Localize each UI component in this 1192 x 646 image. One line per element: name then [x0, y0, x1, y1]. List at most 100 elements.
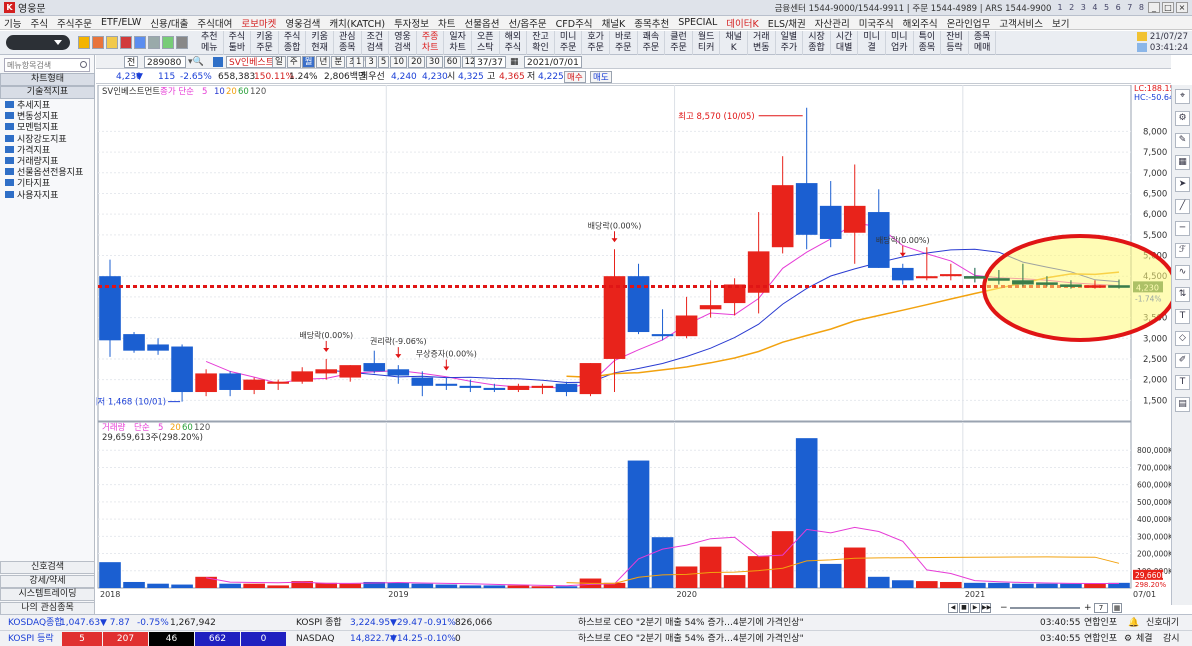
volume-bar[interactable]: [723, 575, 746, 588]
menu-item-18[interactable]: ELS/채권: [768, 16, 806, 30]
candle-body[interactable]: [243, 379, 265, 390]
volume-bar[interactable]: [531, 586, 554, 588]
volume-bar[interactable]: [651, 537, 674, 588]
volume-bar[interactable]: [555, 586, 578, 588]
left-bottom-button-3[interactable]: 나의 관심종목: [0, 601, 95, 615]
tree-item-1[interactable]: 변동성지표: [5, 112, 58, 123]
toolbar-button-5[interactable]: 관심 종목: [334, 31, 362, 55]
tree-item-7[interactable]: 기타지표: [5, 179, 50, 190]
sell-button[interactable]: 매도: [590, 71, 612, 83]
candle-body-recent[interactable]: [1084, 285, 1106, 288]
toolbar-button-12[interactable]: 잔고 확인: [527, 31, 555, 55]
menu-item-11[interactable]: 선물옵션: [465, 16, 500, 30]
tree-item-6[interactable]: 선물옵션전용지표: [5, 168, 83, 179]
zoom-out-icon[interactable]: −: [1000, 603, 1008, 613]
toolbar-button-4[interactable]: 키움 현재: [306, 31, 334, 55]
toolbar-button-20[interactable]: 거래 변동: [748, 31, 776, 55]
volume-bar[interactable]: [147, 583, 169, 588]
candle-body[interactable]: [603, 276, 626, 359]
settings-icon[interactable]: ▦: [1112, 603, 1122, 613]
candle-body-recent[interactable]: [1060, 284, 1082, 287]
interval-button-1[interactable]: 3: [365, 56, 377, 68]
check-icon[interactable]: [148, 36, 160, 49]
eraser-icon[interactable]: ◇: [1175, 331, 1190, 346]
volume-bar[interactable]: [699, 546, 722, 588]
volume-ma-period[interactable]: 120: [194, 423, 210, 433]
bar-count[interactable]: 37/37: [474, 56, 506, 68]
menu-item-3[interactable]: ETF/ELW: [101, 17, 141, 28]
search-icon[interactable]: ▾🔍: [188, 56, 204, 68]
toolbar-button-7[interactable]: 영웅 검색: [389, 31, 417, 55]
volume-bar[interactable]: [891, 580, 914, 588]
volume-bar[interactable]: [795, 438, 818, 588]
menu-item-21[interactable]: 해외주식: [903, 16, 938, 30]
toolbar-button-9[interactable]: 일자 차트: [444, 31, 472, 55]
volume-bar[interactable]: [1060, 583, 1082, 588]
screen-numbers[interactable]: 1 2 3 4 5 6 7 8: [1057, 3, 1146, 12]
candle-body-recent[interactable]: [1036, 282, 1058, 285]
toolbar-button-14[interactable]: 호가 주문: [582, 31, 610, 55]
toolbar-button-21[interactable]: 일별 주가: [776, 31, 804, 55]
volume-bar[interactable]: [940, 581, 962, 588]
menu-search-input[interactable]: [4, 58, 90, 72]
volume-bar[interactable]: [1036, 583, 1058, 588]
candle-body[interactable]: [123, 334, 145, 351]
volume-ma-period[interactable]: 5: [158, 423, 163, 433]
ma-period-label[interactable]: 10: [214, 87, 225, 97]
candle-body[interactable]: [411, 377, 434, 386]
menu-item-7[interactable]: 영웅검색: [285, 16, 320, 30]
candle-body[interactable]: [843, 205, 866, 233]
zoom-track[interactable]: [1010, 607, 1080, 609]
volume-bar[interactable]: [964, 582, 986, 588]
menu-item-5[interactable]: 주식대여: [197, 16, 232, 30]
volume-bar[interactable]: [507, 585, 530, 588]
candle-body[interactable]: [771, 185, 794, 248]
candle-body[interactable]: [579, 363, 602, 395]
candle-body[interactable]: [435, 383, 458, 386]
zoom-level[interactable]: 7: [1094, 603, 1108, 613]
menu-item-2[interactable]: 주식주문: [57, 16, 92, 30]
toolbar-button-6[interactable]: 조건 검색: [362, 31, 390, 55]
candle-body[interactable]: [675, 315, 698, 337]
menu-item-8[interactable]: 캐치(KATCH): [329, 16, 385, 30]
candle-body[interactable]: [627, 276, 650, 333]
toolbar-button-16[interactable]: 쾌속 주문: [638, 31, 666, 55]
t-icon[interactable]: T: [1175, 375, 1190, 390]
volume-bar[interactable]: [988, 582, 1010, 588]
candle-body[interactable]: [363, 363, 386, 372]
pager-nav-icon-2[interactable]: ▶: [970, 603, 980, 613]
code-lookup-icon[interactable]: [213, 57, 223, 67]
left-bottom-button-1[interactable]: 강세/약세: [0, 574, 95, 588]
volume-bar[interactable]: [627, 460, 650, 588]
ma-period-label[interactable]: 20: [226, 87, 237, 97]
chart-legend-name[interactable]: SV인베스트먼트: [102, 86, 160, 97]
candle-body[interactable]: [651, 334, 674, 337]
search-icon[interactable]: [80, 61, 87, 68]
menu-item-24[interactable]: 보기: [1052, 16, 1069, 30]
volume-legend-name[interactable]: 거래량: [102, 422, 126, 433]
ma-period-label[interactable]: 5: [202, 87, 207, 97]
ma-period-label[interactable]: 60: [238, 87, 249, 97]
ma-period-label[interactable]: 120: [250, 87, 266, 97]
gear-icon[interactable]: [162, 36, 174, 49]
volume-pane[interactable]: [97, 421, 1132, 589]
ticker-kosdaq-name[interactable]: KOSDAQ종합: [8, 617, 63, 629]
candle-body[interactable]: [315, 369, 338, 374]
candle-body-recent[interactable]: [1012, 280, 1034, 285]
hline-icon[interactable]: ─: [1175, 221, 1190, 236]
chart-icon[interactable]: ▦: [1175, 155, 1190, 170]
gear-icon[interactable]: ⚙: [1175, 111, 1190, 126]
volume-bar[interactable]: [123, 581, 145, 588]
toolbar-button-13[interactable]: 미니 주문: [555, 31, 583, 55]
candle-body[interactable]: [195, 373, 217, 393]
toolbar-button-25[interactable]: 미니 업카: [886, 31, 914, 55]
menu-item-9[interactable]: 투자정보: [394, 16, 429, 30]
volume-bar[interactable]: [267, 585, 289, 588]
left-bottom-button-0[interactable]: 신호검색: [0, 561, 95, 574]
volume-ma-period[interactable]: 20: [170, 423, 181, 433]
menu-item-15[interactable]: 종목추천: [634, 16, 669, 30]
toolbar-button-18[interactable]: 월드 티커: [693, 31, 721, 55]
toolbar-button-2[interactable]: 키움 주문: [251, 31, 279, 55]
line-icon[interactable]: ╱: [1175, 199, 1190, 214]
period-button-4[interactable]: 분: [331, 56, 346, 68]
